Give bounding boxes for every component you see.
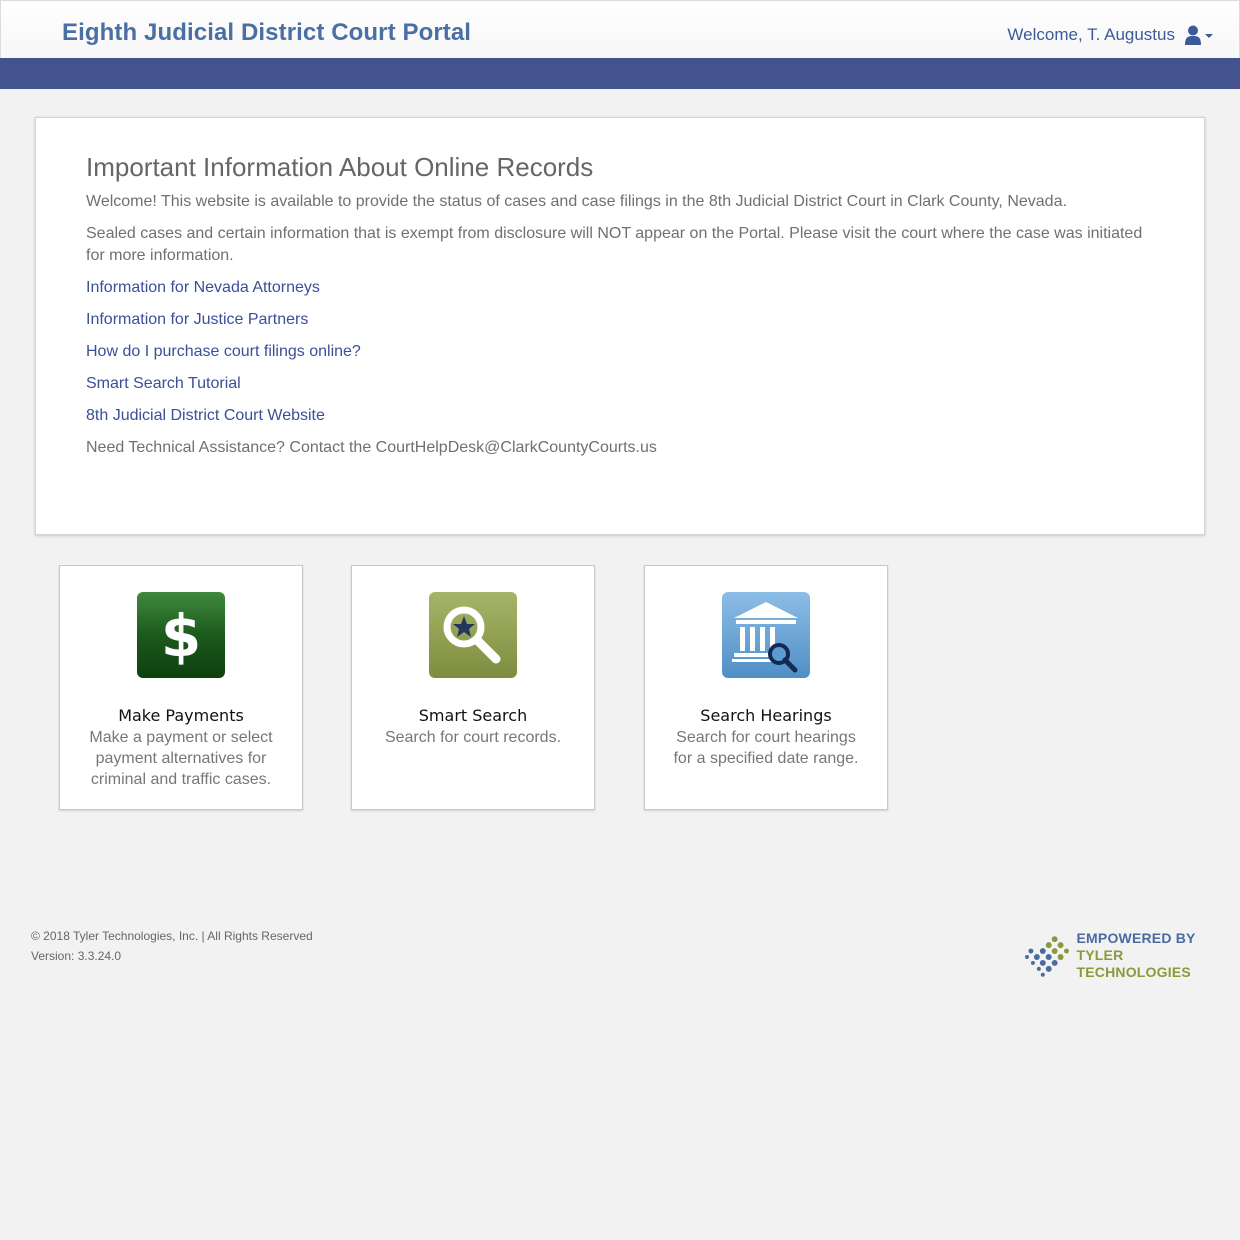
link-smart-search-tutorial[interactable]: Smart Search Tutorial: [86, 373, 1146, 395]
smart-search-tile[interactable]: Smart Search Search for court records.: [351, 565, 595, 810]
link-court-website[interactable]: 8th Judicial District Court Website: [86, 405, 1146, 427]
copyright: © 2018 Tyler Technologies, Inc. | All Ri…: [31, 929, 313, 943]
tile-title: Make Payments: [118, 706, 244, 725]
logo-line2: TYLER TECHNOLOGIES: [1076, 947, 1191, 980]
svg-text:$: $: [161, 602, 201, 670]
user-menu[interactable]: Welcome, T. Augustus: [1007, 25, 1213, 45]
tile-title: Search Hearings: [700, 706, 832, 725]
search-hearings-tile[interactable]: Search Hearings Search for court hearing…: [644, 565, 888, 810]
chevron-down-icon: [1205, 34, 1213, 38]
tile-desc: Search for court hearings for a specifie…: [673, 729, 859, 767]
user-icon: [1185, 25, 1201, 45]
header: Eighth Judicial District Court Portal We…: [0, 0, 1240, 58]
version: Version: 3.3.24.0: [31, 949, 122, 963]
link-justice-partners[interactable]: Information for Justice Partners: [86, 309, 1146, 331]
tile-desc: Make a payment or select payment alterna…: [89, 729, 273, 788]
logo-line1: EMPOWERED BY: [1076, 930, 1196, 946]
tile-desc: Search for court records.: [384, 729, 562, 746]
info-intro: Welcome! This website is available to pr…: [86, 193, 1067, 210]
tile-title: Smart Search: [418, 706, 528, 725]
courthouse-search-icon: [722, 592, 810, 678]
dollar-icon: $: [137, 592, 225, 678]
site-title[interactable]: Eighth Judicial District Court Portal: [62, 19, 471, 47]
magnifier-star-icon: [429, 592, 517, 678]
link-nevada-attorneys[interactable]: Information for Nevada Attorneys: [86, 277, 1146, 299]
nav-bar: [0, 58, 1240, 89]
welcome-text: Welcome, T. Augustus: [1007, 25, 1175, 44]
link-purchase-filings[interactable]: How do I purchase court filings online?: [86, 341, 1146, 363]
footer-text: © 2018 Tyler Technologies, Inc. | All Ri…: [31, 926, 313, 966]
tyler-logo[interactable]: EMPOWERED BY TYLER TECHNOLOGIES: [1025, 930, 1240, 981]
tyler-logo-icon: [1025, 935, 1069, 977]
info-title: Important Information About Online Recor…: [86, 152, 594, 182]
info-sealed: Sealed cases and certain information tha…: [86, 225, 1143, 264]
make-payments-tile[interactable]: $ Make Payments Make a payment or select…: [59, 565, 303, 810]
info-panel: Important Information About Online Recor…: [35, 117, 1205, 535]
info-help: Need Technical Assistance? Contact the C…: [86, 439, 657, 456]
